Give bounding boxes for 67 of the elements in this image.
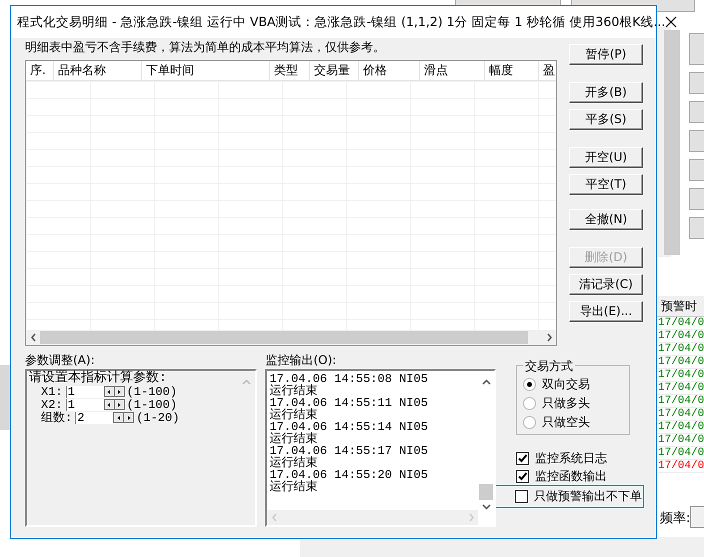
close-icon[interactable]	[665, 16, 678, 28]
info-text: 明细表中盈亏不含手续费，算法为简单的成本平均算法，仅供参考。	[25, 39, 386, 56]
increment-icon[interactable]	[114, 387, 124, 396]
parameter-label: X2:	[41, 398, 63, 412]
checkbox[interactable]	[516, 452, 529, 464]
range-text: (1-100)	[126, 398, 178, 412]
log-line: 17.04.06 14:55:08 NI05	[269, 373, 429, 385]
horizontal-scrollbar[interactable]	[26, 330, 556, 345]
column-header[interactable]: 价格	[359, 61, 420, 80]
action-button[interactable]: 平空(T)	[569, 174, 643, 195]
radio-label: 只做空头	[542, 414, 590, 430]
log-line: 运行结束	[269, 481, 318, 493]
column-header[interactable]: 品种名称	[54, 61, 142, 80]
section-label: 参数调整(A):	[25, 354, 96, 369]
range-text: (1-100)	[126, 384, 178, 398]
action-button[interactable]: 暂停(P)	[569, 44, 643, 65]
field-label: 频率:	[660, 510, 690, 527]
checkbox[interactable]	[515, 490, 528, 503]
log-line: 17.04.06 14:55:11 NI05	[269, 397, 429, 409]
window-title: 程式化交易明细 - 急涨急跌-镍组 运行中 VBA测试：急涨急跌-镍组 (1,1,2) 1分 固定每 1 秒轮循 使用360根K线...	[17, 14, 666, 30]
column-header[interactable]: 序.	[26, 61, 54, 80]
action-button[interactable]: 开多(B)	[569, 82, 643, 103]
radio-button[interactable]	[523, 378, 536, 390]
increment-icon[interactable]	[124, 413, 134, 422]
checkbox-label: 只做预警输出不下单	[534, 488, 642, 505]
parameter-field[interactable]: 1	[66, 386, 104, 398]
log-line: 17.04.06 14:55:20 NI05	[269, 469, 429, 481]
scroll-thumb[interactable]	[40, 331, 528, 344]
radio-label: 只做多头	[542, 394, 590, 412]
checkbox-label: 监控系统日志	[535, 450, 607, 466]
column-header[interactable]: 滑点	[420, 61, 485, 80]
radio-button[interactable]	[523, 416, 536, 428]
parameter-field[interactable]: 1	[66, 398, 104, 410]
log-line: 17.04.06 14:55:17 NI05	[269, 445, 429, 457]
action-button[interactable]: 全撤(N)	[569, 209, 643, 230]
radio-label: 双向交易	[542, 376, 590, 392]
action-button[interactable]: 开空(U)	[569, 147, 643, 168]
log-line: 运行结束	[269, 385, 318, 397]
increment-icon[interactable]	[114, 400, 124, 409]
log-line: 运行结束	[269, 433, 318, 445]
column-header[interactable]: 交易量	[310, 61, 359, 80]
column-header[interactable]: 下单时间	[142, 61, 270, 80]
parameter-heading: 请设置本指标计算参数:	[28, 371, 168, 385]
action-button[interactable]: 平多(S)	[569, 109, 643, 130]
scrollbar[interactable]	[664, 30, 680, 255]
parameter-label: 组数:	[41, 410, 72, 426]
parameter-label: X1:	[41, 384, 63, 398]
decrement-icon[interactable]	[114, 413, 124, 422]
parameter-field[interactable]: 2	[75, 412, 114, 424]
scroll-thumb[interactable]	[479, 484, 493, 500]
decrement-icon[interactable]	[104, 387, 114, 396]
decrement-icon[interactable]	[104, 400, 114, 409]
log-line: 运行结束	[269, 409, 318, 421]
radio-button[interactable]	[523, 396, 536, 410]
log-line: 17.04.06 14:55:14 NI05	[269, 421, 429, 433]
action-button[interactable]: 清记录(C)	[569, 274, 643, 295]
column-header: 预警时	[657, 296, 704, 317]
column-header[interactable]: 类型	[270, 61, 310, 80]
column-header[interactable]: 幅度	[485, 61, 539, 80]
action-button[interactable]: 导出(E)...	[569, 301, 643, 322]
section-label: 监控输出(O):	[265, 354, 338, 369]
log-line: 运行结束	[269, 457, 318, 469]
group-title: 交易方式	[523, 358, 575, 375]
checkbox-label: 监控函数输出	[535, 468, 607, 484]
column-header[interactable]: 盈	[539, 61, 556, 80]
checkbox[interactable]	[516, 470, 529, 482]
range-text: (1-20)	[136, 410, 180, 424]
